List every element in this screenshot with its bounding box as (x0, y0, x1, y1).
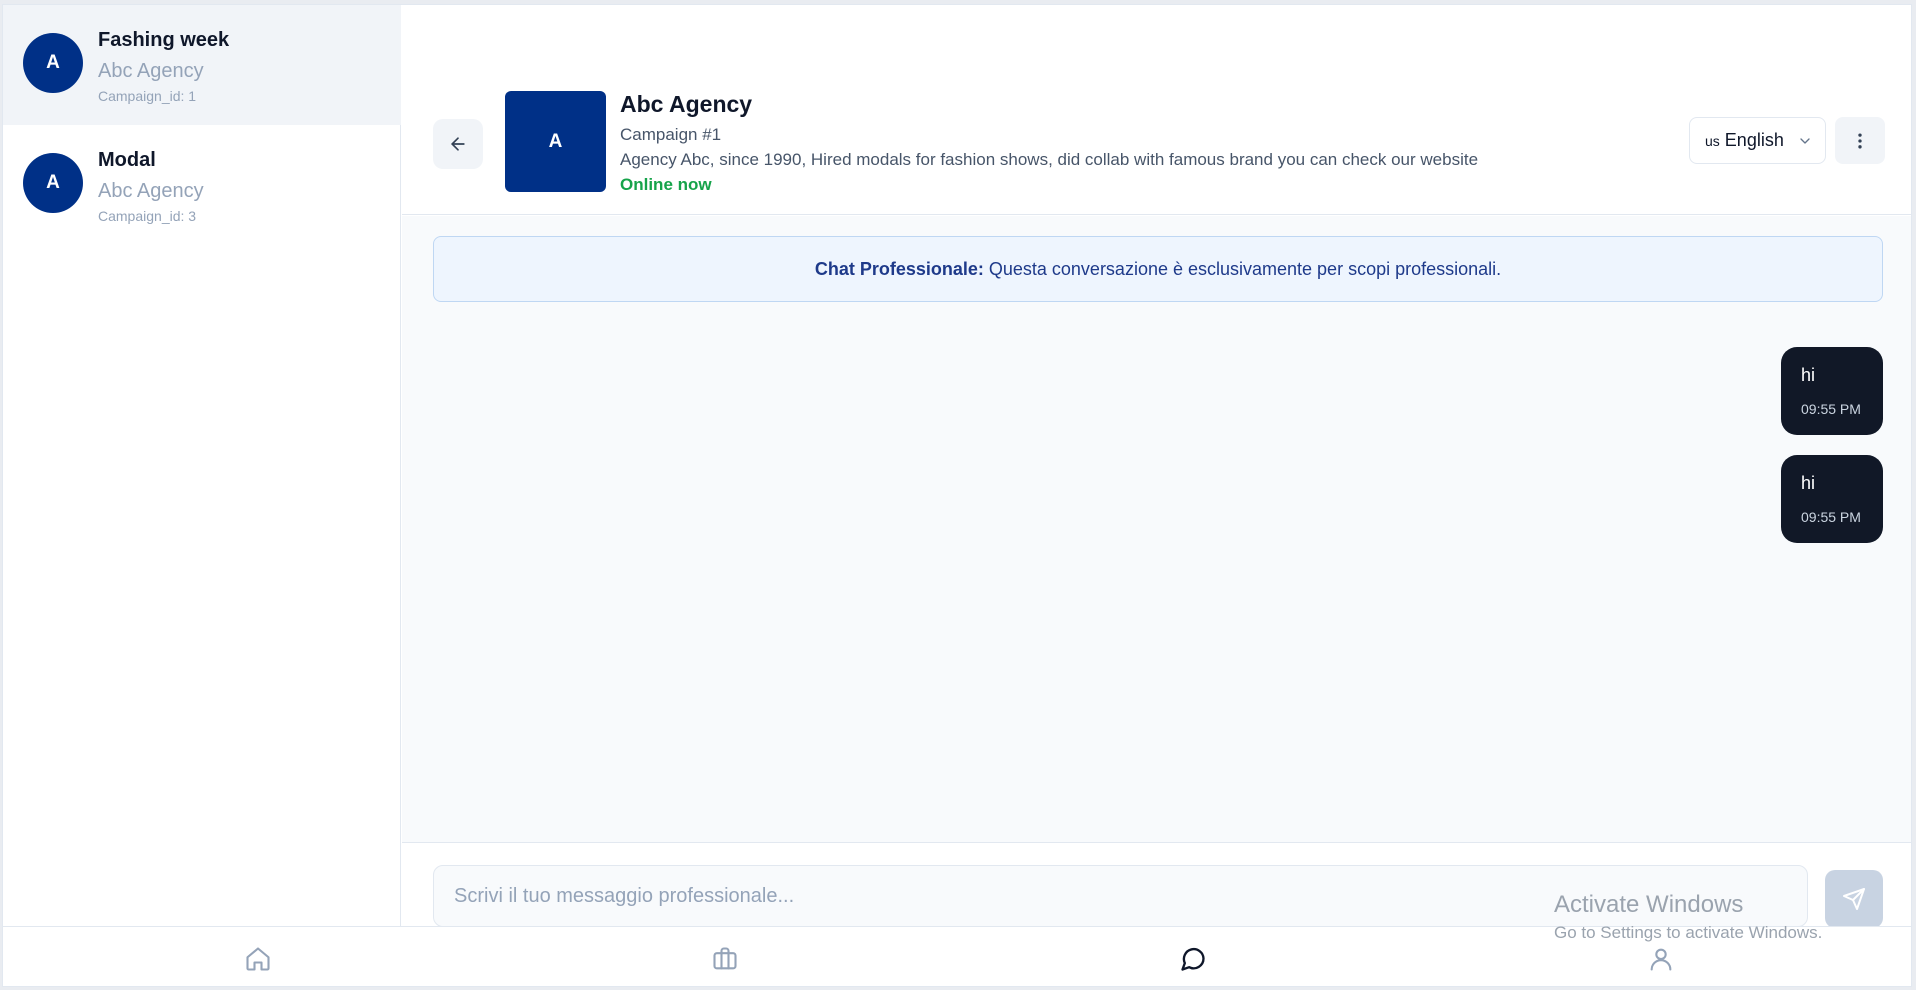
chat-icon (1181, 947, 1205, 971)
agency-description: Agency Abc, since 1990, Hired modals for… (620, 150, 1479, 169)
conversation-campaign-id: Campaign_id: 3 (98, 208, 197, 224)
app-window: A Fashing week Abc Agency Campaign_id: 1… (2, 4, 1912, 987)
online-status: Online now (620, 175, 712, 194)
chat-header: A Abc Agency Campaign #1 Agency Abc, sin… (402, 5, 1911, 215)
conversation-item-fashing-week[interactable]: A Fashing week Abc Agency Campaign_id: 1 (3, 5, 401, 125)
message-bubble: hi 09:55 PM (1781, 455, 1883, 543)
conversation-agency: Abc Agency (98, 60, 204, 82)
more-options-button[interactable] (1835, 117, 1885, 164)
bottom-navigation (3, 926, 1911, 986)
chat-panel: A Abc Agency Campaign #1 Agency Abc, sin… (402, 5, 1911, 928)
campaign-label: Campaign #1 (620, 125, 722, 144)
conversation-campaign-id: Campaign_id: 1 (98, 88, 197, 104)
back-button[interactable] (433, 119, 483, 169)
briefcase-icon (713, 947, 737, 970)
avatar: A (23, 153, 83, 213)
agency-avatar: A (505, 91, 606, 192)
home-icon (246, 947, 270, 971)
conversation-title: Modal (98, 149, 156, 171)
message-time: 09:55 PM (1801, 401, 1861, 417)
conversation-sidebar: A Fashing week Abc Agency Campaign_id: 1… (3, 5, 401, 926)
language-select[interactable]: us English (1689, 117, 1826, 164)
notice-text: Questa conversazione è esclusivamente pe… (988, 258, 1502, 279)
avatar: A (23, 33, 83, 93)
chevron-down-icon (1800, 138, 1810, 144)
more-vertical-icon (1858, 133, 1862, 148)
conversation-agency: Abc Agency (98, 180, 204, 202)
agency-name: Abc Agency (620, 91, 753, 117)
nav-messages[interactable] (1173, 939, 1213, 979)
flag-icon: us (1705, 132, 1720, 149)
send-icon (1843, 888, 1865, 910)
conversation-title: Fashing week (98, 29, 230, 51)
user-icon (1650, 948, 1672, 971)
message-list[interactable]: Chat Professionale: Questa conversazione… (402, 216, 1911, 843)
message-input[interactable] (433, 865, 1808, 927)
professional-chat-notice: Chat Professionale: Questa conversazione… (433, 236, 1883, 302)
nav-profile[interactable] (1641, 939, 1681, 979)
conversation-item-modal[interactable]: A Modal Abc Agency Campaign_id: 3 (3, 125, 401, 245)
send-button[interactable] (1825, 870, 1883, 928)
arrow-left-icon (451, 137, 465, 151)
message-text: hi (1801, 365, 1816, 385)
notice-title: Chat Professionale: (814, 258, 984, 279)
message-bubble: hi 09:55 PM (1781, 347, 1883, 435)
nav-campaigns[interactable] (705, 939, 745, 979)
message-composer (402, 843, 1911, 928)
message-time: 09:55 PM (1801, 509, 1861, 525)
nav-home[interactable] (238, 939, 278, 979)
message-text: hi (1801, 473, 1816, 493)
language-label: English (1724, 130, 1784, 150)
